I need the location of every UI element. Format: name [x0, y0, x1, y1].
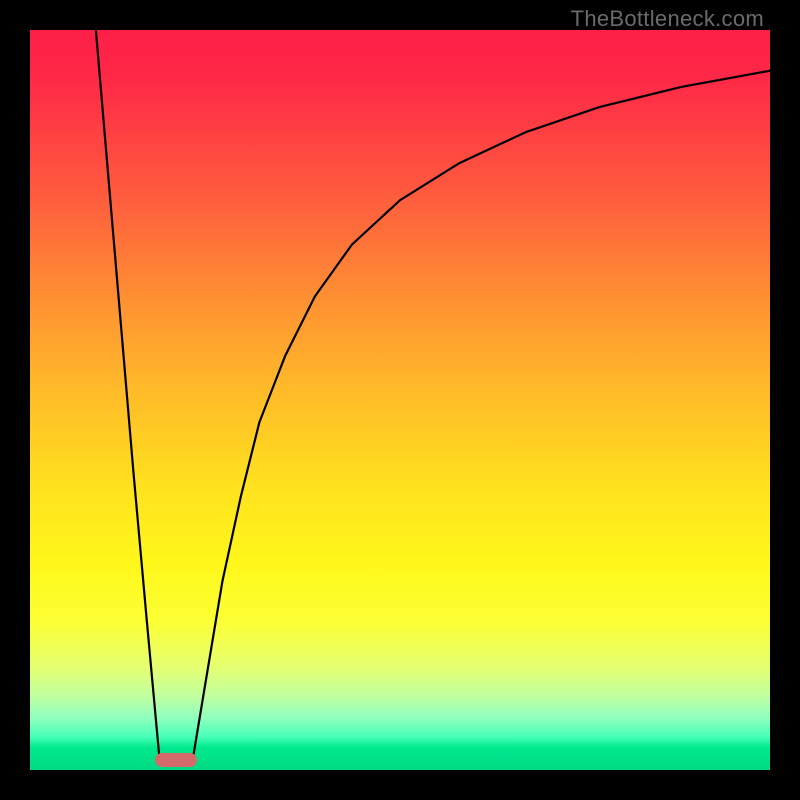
curve-right-branch: [193, 71, 770, 759]
chart-frame: TheBottleneck.com: [0, 0, 800, 800]
optimal-point-marker: [155, 753, 197, 767]
curve-layer: [30, 30, 770, 770]
plot-area: [30, 30, 770, 770]
curve-left-branch: [96, 30, 160, 759]
watermark-label: TheBottleneck.com: [571, 6, 764, 32]
